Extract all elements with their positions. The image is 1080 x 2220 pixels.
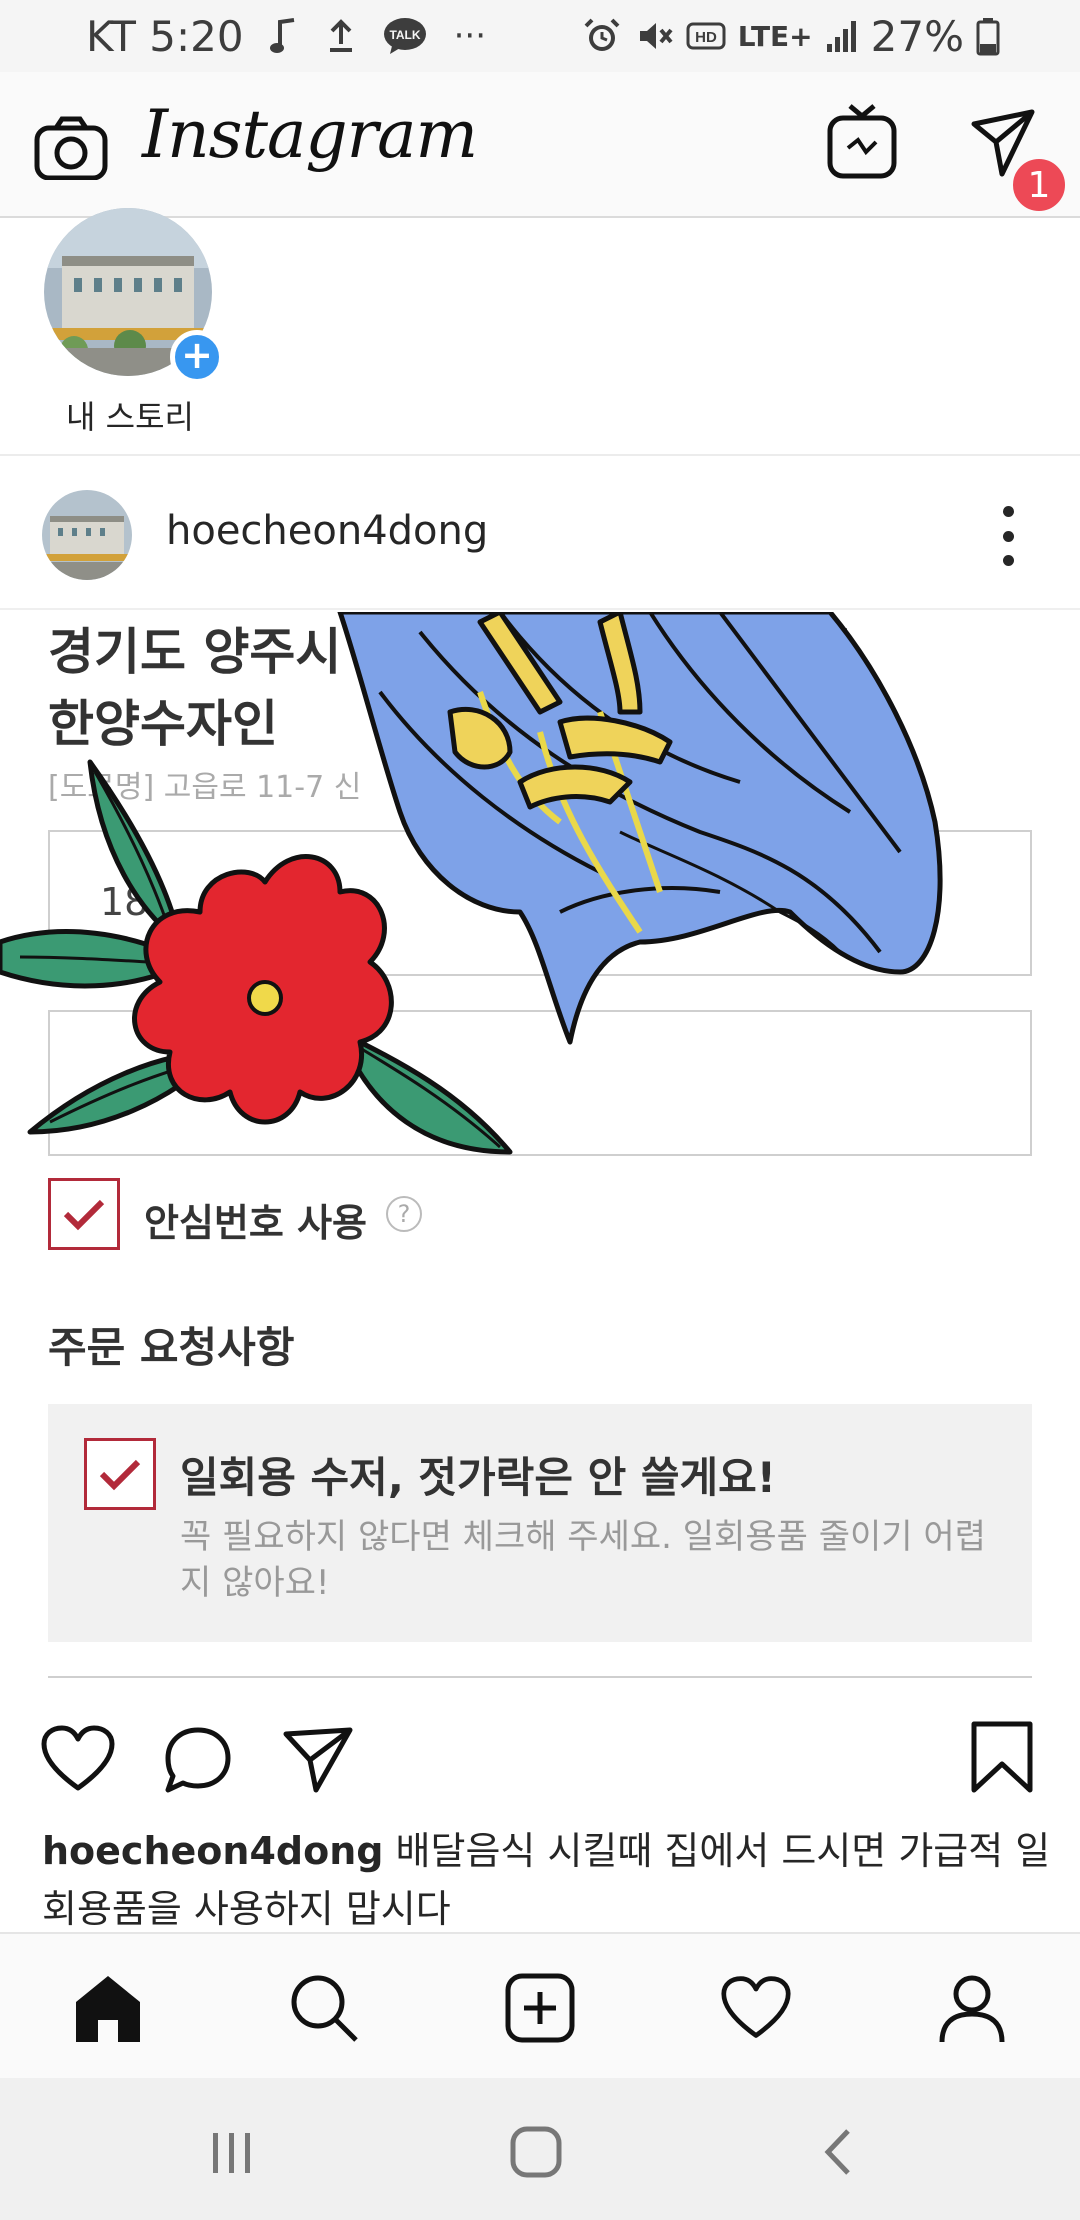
add-post-icon[interactable] (500, 1968, 580, 2048)
system-nav-bar (0, 2078, 1080, 2220)
signal-icon (825, 18, 859, 54)
bottom-nav (0, 1932, 1080, 2078)
dm-count-badge: 1 (1010, 156, 1068, 214)
post-username[interactable]: hoecheon4dong (166, 508, 488, 554)
bookmark-icon[interactable] (970, 1720, 1034, 1798)
upload-icon (326, 16, 356, 56)
home-icon[interactable] (68, 1968, 148, 2048)
add-story-plus-icon[interactable]: + (170, 330, 224, 384)
back-icon[interactable] (808, 2122, 868, 2182)
post-author-avatar[interactable] (42, 490, 132, 580)
battery-icon (976, 16, 1000, 56)
recent-apps-icon[interactable] (202, 2122, 262, 2182)
carrier-time: KT 5:20 (86, 11, 244, 61)
camera-icon[interactable] (34, 116, 108, 184)
network-type: LTE+ (737, 19, 813, 53)
app-header: Instagram 1 (0, 72, 1080, 218)
search-icon[interactable] (284, 1968, 364, 2048)
talk-label: TALK (389, 28, 420, 42)
heart-icon[interactable] (40, 1724, 116, 1798)
home-circle-icon[interactable] (506, 2122, 566, 2182)
flower-stickers (0, 612, 943, 1155)
my-story-label: 내 스토리 (66, 398, 194, 436)
battery-percent: 27% (870, 11, 964, 61)
post-header: hoecheon4dong (0, 458, 1080, 610)
profile-icon[interactable] (932, 1968, 1012, 2048)
hd-voice-icon: HD (686, 16, 726, 56)
status-bar: KT 5:20 TALK ··· HD LTE+ 27% (0, 0, 1080, 72)
activity-heart-icon[interactable] (716, 1968, 796, 2048)
blue-lily-sticker (337, 612, 943, 1045)
talk-icon: TALK (382, 16, 428, 56)
alarm-icon (582, 16, 622, 56)
instagram-logo: Instagram (142, 96, 478, 173)
more-notifications: ··· (453, 16, 487, 56)
post-caption: hoecheon4dong 배달음식 시킬때 집에서 드시면 가급적 일회용품을… (42, 1822, 1052, 1938)
post-image[interactable]: 경기도 양주시 를 한양수자인 [도로명] 고읍로 11-7 신 18 안심번호… (0, 612, 1080, 1692)
music-note-icon (269, 16, 300, 56)
igtv-icon[interactable] (826, 102, 898, 186)
hd-label: HD (695, 29, 717, 46)
caption-username[interactable]: hoecheon4dong (42, 1829, 383, 1873)
mute-icon (634, 16, 674, 56)
stories-tray: + 내 스토리 (0, 208, 1080, 456)
post-actions (0, 1692, 1080, 1828)
comment-icon[interactable] (162, 1724, 234, 1800)
more-options-icon[interactable] (998, 506, 1018, 566)
share-icon[interactable] (282, 1724, 354, 1800)
